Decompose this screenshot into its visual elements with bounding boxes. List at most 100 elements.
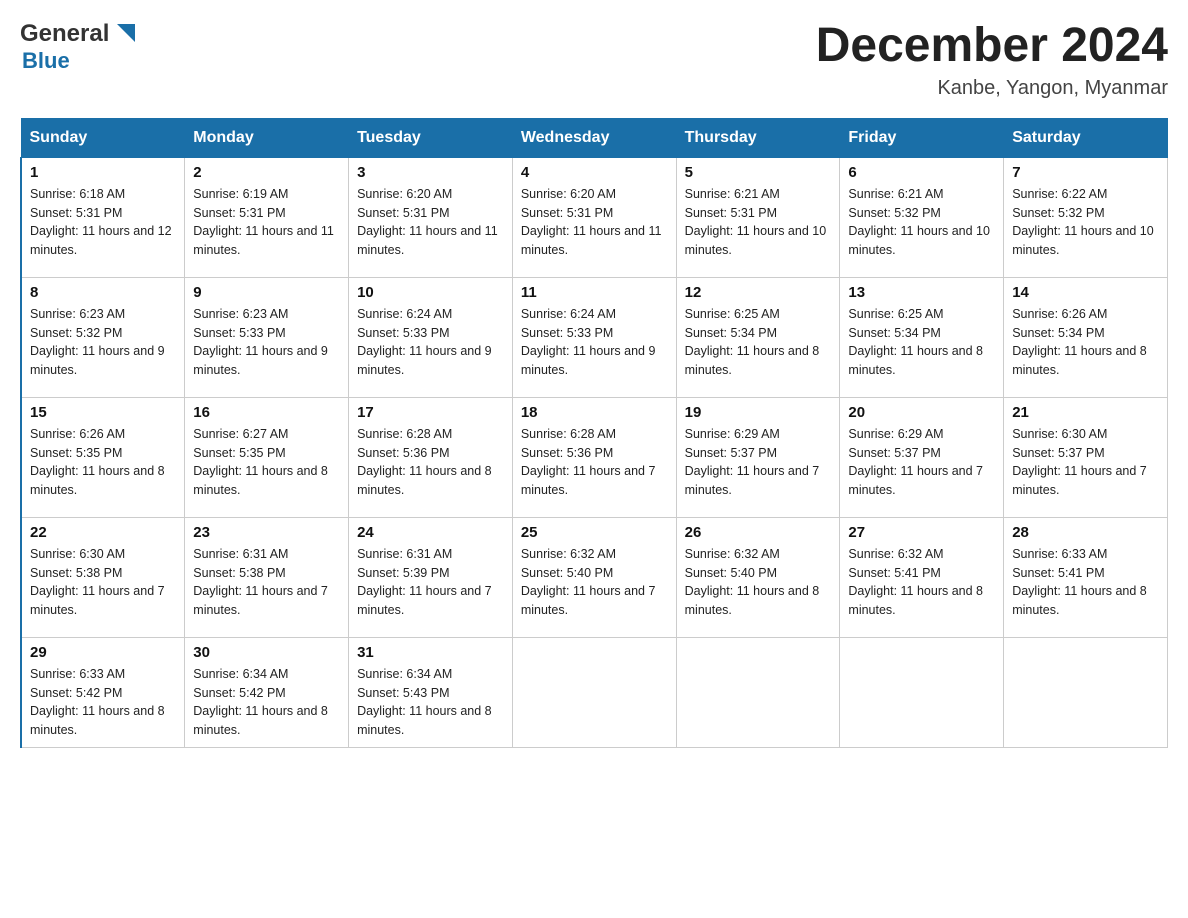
day-sun-info: Sunrise: 6:32 AMSunset: 5:41 PMDaylight:… xyxy=(848,545,995,620)
calendar-cell: 30 Sunrise: 6:34 AMSunset: 5:42 PMDayligh… xyxy=(185,637,349,747)
calendar-cell xyxy=(676,637,840,747)
calendar-cell: 5Sunrise: 6:21 AMSunset: 5:31 PMDaylight… xyxy=(676,157,840,277)
calendar-cell: 22Sunrise: 6:30 AMSunset: 5:38 PMDayligh… xyxy=(21,517,185,637)
logo-blue-text: Blue xyxy=(22,48,70,74)
calendar-cell: 1 Sunrise: 6:18 AMSunset: 5:31 PMDaylight… xyxy=(21,157,185,277)
calendar-cell xyxy=(840,637,1004,747)
calendar-week-row: 15 Sunrise: 6:26 AMSunset: 5:35 PMDayligh… xyxy=(21,397,1168,517)
day-number: 25 xyxy=(521,524,668,541)
calendar-cell xyxy=(512,637,676,747)
day-sun-info: Sunrise: 6:31 AMSunset: 5:39 PMDaylight:… xyxy=(357,545,504,620)
day-number: 9 xyxy=(193,284,340,301)
day-number: 13 xyxy=(848,284,995,301)
title-area: December 2024 Kanbe, Yangon, Myanmar xyxy=(816,20,1168,100)
calendar-cell xyxy=(1004,637,1168,747)
day-sun-info: Sunrise: 6:30 AMSunset: 5:38 PMDaylight:… xyxy=(30,545,176,620)
calendar-cell: 10 Sunrise: 6:24 AMSunset: 5:33 PMDayligh… xyxy=(349,277,513,397)
calendar-table: SundayMondayTuesdayWednesdayThursdayFrid… xyxy=(20,118,1168,748)
day-number: 16 xyxy=(193,404,340,421)
day-sun-info: Sunrise: 6:24 AMSunset: 5:33 PMDaylight:… xyxy=(357,305,504,380)
location-subtitle: Kanbe, Yangon, Myanmar xyxy=(816,77,1168,100)
day-number: 21 xyxy=(1012,404,1159,421)
day-number: 6 xyxy=(848,164,995,181)
calendar-cell: 13 Sunrise: 6:25 AMSunset: 5:34 PMDayligh… xyxy=(840,277,1004,397)
calendar-cell: 20Sunrise: 6:29 AMSunset: 5:37 PMDayligh… xyxy=(840,397,1004,517)
logo: General Blue xyxy=(20,20,141,74)
day-sun-info: Sunrise: 6:28 AMSunset: 5:36 PMDaylight:… xyxy=(357,425,504,500)
logo-icon xyxy=(111,18,141,48)
day-number: 30 xyxy=(193,644,340,661)
day-number: 27 xyxy=(848,524,995,541)
day-number: 28 xyxy=(1012,524,1159,541)
calendar-week-row: 1 Sunrise: 6:18 AMSunset: 5:31 PMDaylight… xyxy=(21,157,1168,277)
day-number: 15 xyxy=(30,404,176,421)
calendar-cell: 25Sunrise: 6:32 AMSunset: 5:40 PMDayligh… xyxy=(512,517,676,637)
day-number: 4 xyxy=(521,164,668,181)
calendar-cell: 7 Sunrise: 6:22 AMSunset: 5:32 PMDaylight… xyxy=(1004,157,1168,277)
day-number: 14 xyxy=(1012,284,1159,301)
calendar-cell: 26Sunrise: 6:32 AMSunset: 5:40 PMDayligh… xyxy=(676,517,840,637)
column-header-monday: Monday xyxy=(185,118,349,157)
calendar-cell: 9Sunrise: 6:23 AMSunset: 5:33 PMDaylight… xyxy=(185,277,349,397)
calendar-cell: 23Sunrise: 6:31 AMSunset: 5:38 PMDayligh… xyxy=(185,517,349,637)
column-header-saturday: Saturday xyxy=(1004,118,1168,157)
calendar-cell: 3 Sunrise: 6:20 AMSunset: 5:31 PMDaylight… xyxy=(349,157,513,277)
column-header-wednesday: Wednesday xyxy=(512,118,676,157)
day-number: 8 xyxy=(30,284,176,301)
calendar-cell: 29 Sunrise: 6:33 AMSunset: 5:42 PMDayligh… xyxy=(21,637,185,747)
calendar-cell: 19 Sunrise: 6:29 AMSunset: 5:37 PMDayligh… xyxy=(676,397,840,517)
month-title: December 2024 xyxy=(816,20,1168,73)
calendar-cell: 18 Sunrise: 6:28 AMSunset: 5:36 PMDayligh… xyxy=(512,397,676,517)
day-sun-info: Sunrise: 6:20 AMSunset: 5:31 PMDaylight:… xyxy=(521,185,668,260)
day-number: 10 xyxy=(357,284,504,301)
calendar-cell: 27 Sunrise: 6:32 AMSunset: 5:41 PMDayligh… xyxy=(840,517,1004,637)
calendar-cell: 17Sunrise: 6:28 AMSunset: 5:36 PMDayligh… xyxy=(349,397,513,517)
column-header-friday: Friday xyxy=(840,118,1004,157)
day-sun-info: Sunrise: 6:25 AMSunset: 5:34 PMDaylight:… xyxy=(848,305,995,380)
calendar-cell: 31 Sunrise: 6:34 AMSunset: 5:43 PMDayligh… xyxy=(349,637,513,747)
calendar-cell: 21 Sunrise: 6:30 AMSunset: 5:37 PMDayligh… xyxy=(1004,397,1168,517)
calendar-cell: 28 Sunrise: 6:33 AMSunset: 5:41 PMDayligh… xyxy=(1004,517,1168,637)
day-number: 26 xyxy=(685,524,832,541)
day-sun-info: Sunrise: 6:28 AMSunset: 5:36 PMDaylight:… xyxy=(521,425,668,500)
day-sun-info: Sunrise: 6:30 AMSunset: 5:37 PMDaylight:… xyxy=(1012,425,1159,500)
calendar-header-row: SundayMondayTuesdayWednesdayThursdayFrid… xyxy=(21,118,1168,157)
day-sun-info: Sunrise: 6:33 AMSunset: 5:41 PMDaylight:… xyxy=(1012,545,1159,620)
calendar-cell: 24Sunrise: 6:31 AMSunset: 5:39 PMDayligh… xyxy=(349,517,513,637)
calendar-cell: 11 Sunrise: 6:24 AMSunset: 5:33 PMDayligh… xyxy=(512,277,676,397)
calendar-week-row: 29 Sunrise: 6:33 AMSunset: 5:42 PMDayligh… xyxy=(21,637,1168,747)
day-number: 18 xyxy=(521,404,668,421)
day-number: 20 xyxy=(848,404,995,421)
calendar-cell: 15 Sunrise: 6:26 AMSunset: 5:35 PMDayligh… xyxy=(21,397,185,517)
day-sun-info: Sunrise: 6:25 AMSunset: 5:34 PMDaylight:… xyxy=(685,305,832,380)
calendar-cell: 12 Sunrise: 6:25 AMSunset: 5:34 PMDayligh… xyxy=(676,277,840,397)
day-sun-info: Sunrise: 6:29 AMSunset: 5:37 PMDaylight:… xyxy=(685,425,832,500)
column-header-tuesday: Tuesday xyxy=(349,118,513,157)
day-number: 29 xyxy=(30,644,176,661)
day-number: 3 xyxy=(357,164,504,181)
day-number: 1 xyxy=(30,164,176,181)
day-sun-info: Sunrise: 6:22 AMSunset: 5:32 PMDaylight:… xyxy=(1012,185,1159,260)
day-sun-info: Sunrise: 6:26 AMSunset: 5:35 PMDaylight:… xyxy=(30,425,176,500)
day-sun-info: Sunrise: 6:21 AMSunset: 5:31 PMDaylight:… xyxy=(685,185,832,260)
calendar-week-row: 8 Sunrise: 6:23 AMSunset: 5:32 PMDaylight… xyxy=(21,277,1168,397)
calendar-cell: 6Sunrise: 6:21 AMSunset: 5:32 PMDaylight… xyxy=(840,157,1004,277)
day-number: 12 xyxy=(685,284,832,301)
calendar-cell: 2Sunrise: 6:19 AMSunset: 5:31 PMDaylight… xyxy=(185,157,349,277)
day-number: 19 xyxy=(685,404,832,421)
day-sun-info: Sunrise: 6:34 AMSunset: 5:43 PMDaylight:… xyxy=(357,665,504,740)
logo-general-text: General xyxy=(20,20,109,48)
day-sun-info: Sunrise: 6:20 AMSunset: 5:31 PMDaylight:… xyxy=(357,185,504,260)
day-sun-info: Sunrise: 6:23 AMSunset: 5:32 PMDaylight:… xyxy=(30,305,176,380)
calendar-cell: 8 Sunrise: 6:23 AMSunset: 5:32 PMDaylight… xyxy=(21,277,185,397)
day-sun-info: Sunrise: 6:18 AMSunset: 5:31 PMDaylight:… xyxy=(30,185,176,260)
calendar-cell: 14Sunrise: 6:26 AMSunset: 5:34 PMDayligh… xyxy=(1004,277,1168,397)
day-sun-info: Sunrise: 6:33 AMSunset: 5:42 PMDaylight:… xyxy=(30,665,176,740)
day-number: 7 xyxy=(1012,164,1159,181)
day-sun-info: Sunrise: 6:24 AMSunset: 5:33 PMDaylight:… xyxy=(521,305,668,380)
day-number: 11 xyxy=(521,284,668,301)
day-sun-info: Sunrise: 6:19 AMSunset: 5:31 PMDaylight:… xyxy=(193,185,340,260)
day-number: 23 xyxy=(193,524,340,541)
day-number: 31 xyxy=(357,644,504,661)
day-sun-info: Sunrise: 6:34 AMSunset: 5:42 PMDaylight:… xyxy=(193,665,340,740)
